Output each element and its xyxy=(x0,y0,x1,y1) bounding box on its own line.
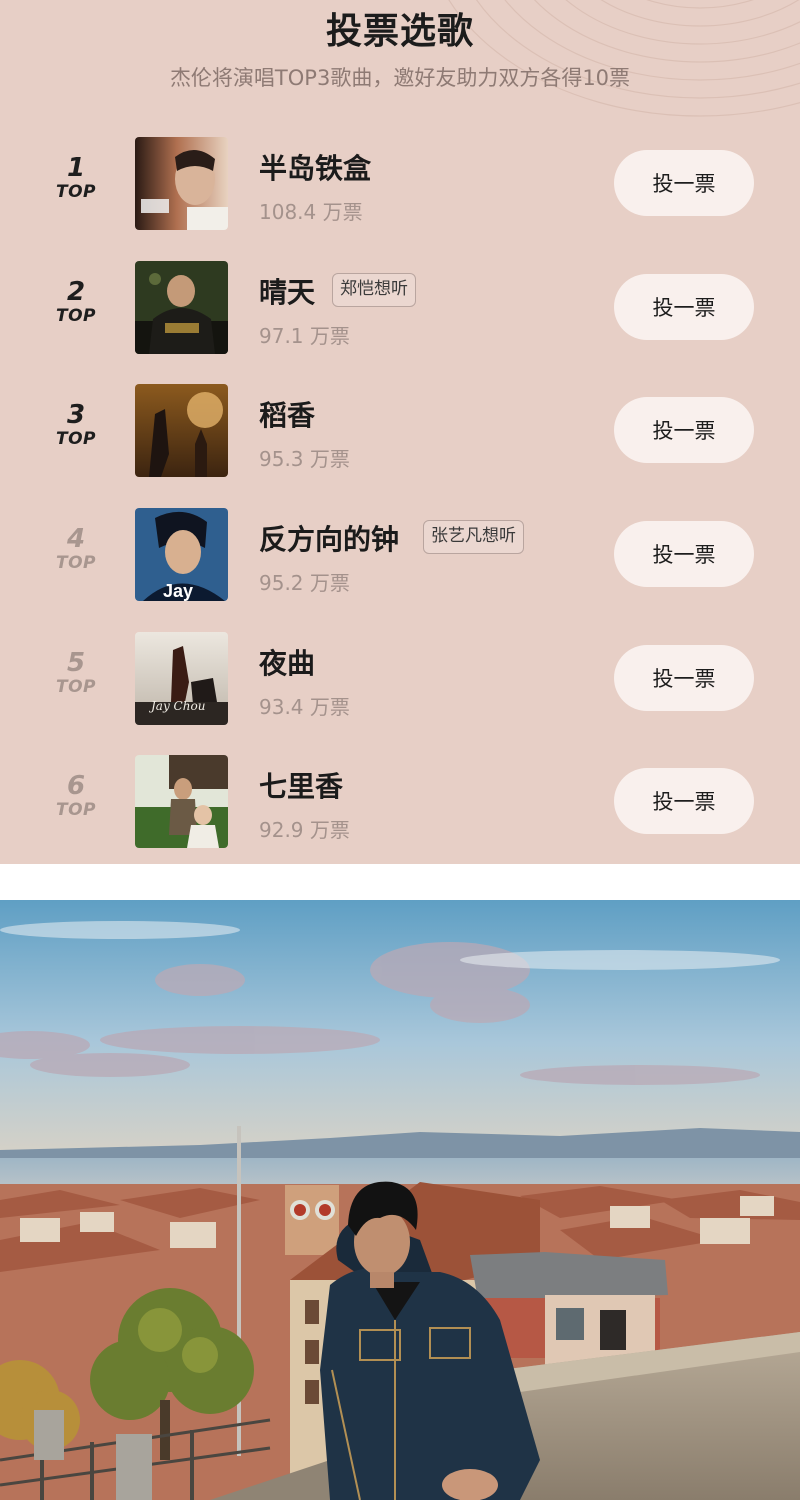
vote-button[interactable]: 投一票 xyxy=(614,397,754,463)
song-title: 夜曲 xyxy=(259,647,316,680)
vote-count: 97.1 万票 xyxy=(259,324,350,348)
album-cover-art xyxy=(135,137,228,230)
vote-count: 92.9 万票 xyxy=(259,818,350,842)
album-cover[interactable]: Jay xyxy=(135,508,228,601)
page-subtitle: 杰伦将演唱TOP3歌曲，邀好友助力双方各得10票 xyxy=(169,66,631,90)
album-cover[interactable] xyxy=(135,261,228,354)
vote-count: 95.3 万票 xyxy=(259,447,350,471)
album-cover-art: Jay xyxy=(135,508,228,601)
album-cover[interactable] xyxy=(135,755,228,848)
rank-suffix: TOP xyxy=(55,553,96,573)
album-cover-art: Jay Chou xyxy=(135,632,228,725)
song-row: 5 TOP Jay Chou 夜曲 93.4 万票 投一票 xyxy=(0,632,800,728)
album-cover[interactable]: Jay Chou xyxy=(135,632,228,725)
vote-button[interactable]: 投一票 xyxy=(614,274,754,340)
rank-number: 1 xyxy=(66,153,86,183)
rank-number: 2 xyxy=(66,277,86,307)
vote-button[interactable]: 投一票 xyxy=(614,150,754,216)
song-row: 1 TOP 半岛铁盒 108.4 万票 投一票 xyxy=(0,137,800,233)
rank-suffix: TOP xyxy=(55,306,96,326)
song-row: 3 TOP 稻香 95.3 万票 投一票 xyxy=(0,384,800,480)
song-title: 晴天 xyxy=(259,276,316,309)
rank-badge: 4 TOP xyxy=(46,526,106,574)
album-cover[interactable] xyxy=(135,384,228,477)
vote-count: 108.4 万票 xyxy=(259,200,363,224)
rank-badge: 1 TOP xyxy=(46,155,106,203)
cover-text: Jay Chou xyxy=(148,699,205,713)
song-vote-panel: 投票选歌 杰伦将演唱TOP3歌曲，邀好友助力双方各得10票 1 TOP 半岛铁盒… xyxy=(0,0,800,864)
album-cover[interactable] xyxy=(135,137,228,230)
rank-number: 3 xyxy=(66,400,86,430)
album-cover-art xyxy=(135,261,228,354)
cover-text: Jay xyxy=(163,581,193,601)
vote-count: 95.2 万票 xyxy=(259,571,350,595)
song-title: 稻香 xyxy=(259,399,316,432)
rank-number: 4 xyxy=(66,524,86,554)
rank-suffix: TOP xyxy=(55,800,96,820)
song-title: 反方向的钟 xyxy=(259,523,400,556)
song-row: 6 TOP 七里香 92.9 万票 投一票 xyxy=(0,755,800,851)
rank-suffix: TOP xyxy=(55,182,96,202)
song-row: 4 TOP Jay 反方向的钟 张艺凡想听 95.2 万票 投一票 xyxy=(0,508,800,604)
page-title: 投票选歌 xyxy=(325,11,474,52)
rank-number: 5 xyxy=(66,648,86,678)
friend-tag: 张艺凡想听 xyxy=(423,520,524,554)
rank-suffix: TOP xyxy=(55,677,96,697)
lakeside-town-scene xyxy=(0,900,800,1500)
vote-button[interactable]: 投一票 xyxy=(614,645,754,711)
rank-badge: 2 TOP xyxy=(46,279,106,327)
rank-badge: 3 TOP xyxy=(46,402,106,450)
album-cover-art xyxy=(135,755,228,848)
friend-tag: 郑恺想听 xyxy=(332,273,416,307)
rank-suffix: TOP xyxy=(55,429,96,449)
song-row: 2 TOP 晴天 郑恺想听 97.1 万票 投一票 xyxy=(0,261,800,357)
vote-count: 93.4 万票 xyxy=(259,695,350,719)
rank-badge: 6 TOP xyxy=(46,773,106,821)
album-cover-art xyxy=(135,384,228,477)
rank-badge: 5 TOP xyxy=(46,650,106,698)
song-title: 七里香 xyxy=(259,770,344,803)
song-title: 半岛铁盒 xyxy=(259,152,372,185)
rank-number: 6 xyxy=(66,771,86,801)
vote-button[interactable]: 投一票 xyxy=(614,521,754,587)
artist-photo xyxy=(0,900,800,1500)
vote-button[interactable]: 投一票 xyxy=(614,768,754,834)
